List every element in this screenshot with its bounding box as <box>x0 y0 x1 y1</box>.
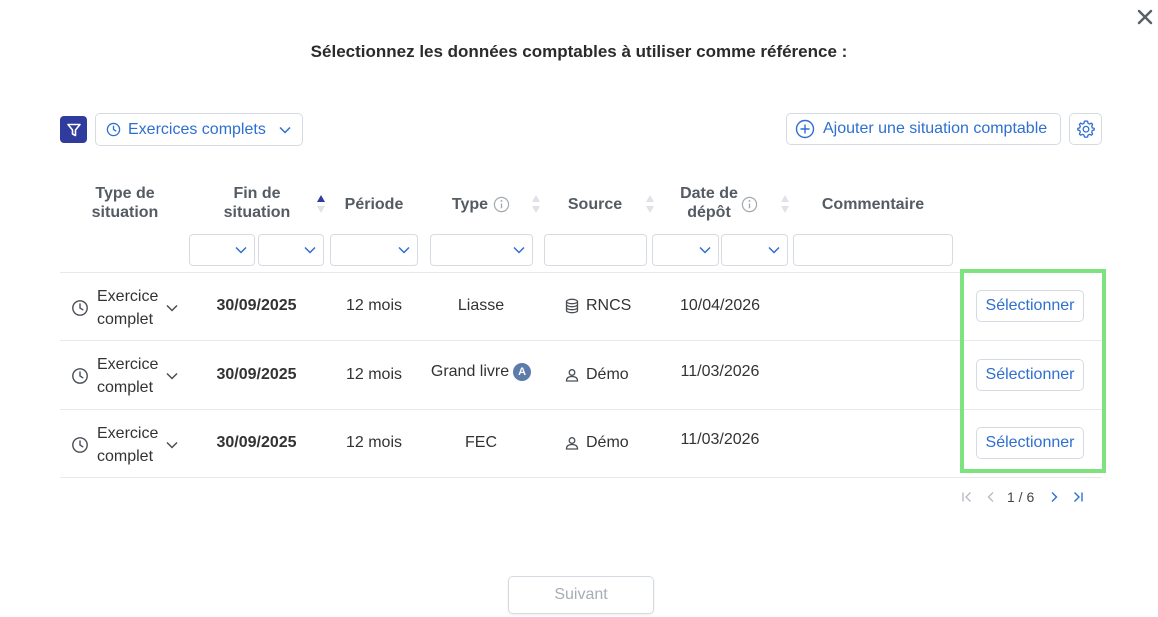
filter-funnel-icon <box>66 123 81 136</box>
filter-button[interactable] <box>60 116 87 143</box>
sort-icon[interactable] <box>780 192 790 216</box>
periode-cell: 12 mois <box>345 297 403 314</box>
filter-periode[interactable] <box>330 234 418 266</box>
select-button[interactable]: Sélectionner <box>976 427 1084 459</box>
clock-icon <box>72 300 88 316</box>
fin-cell: 30/09/2025 <box>216 366 297 383</box>
periode-cell: 12 mois <box>345 434 403 451</box>
auto-badge: A <box>513 363 532 381</box>
situation-cell[interactable]: Exercice complet <box>71 422 179 468</box>
user-icon <box>565 437 579 450</box>
close-icon <box>1137 9 1153 25</box>
user-icon <box>565 369 579 382</box>
settings-button[interactable] <box>1069 113 1102 145</box>
period-select[interactable]: Exercices complets <box>95 113 303 146</box>
filter-commentaire-input[interactable] <box>793 234 953 266</box>
divider <box>60 477 1102 478</box>
plus-circle-icon <box>795 119 815 139</box>
type-cell: FEC <box>465 434 497 451</box>
table-row: Exercice complet 30/09/2025 12 mois FEC D… <box>60 410 1102 478</box>
source-cell: RNCS <box>565 297 631 315</box>
chevron-down-icon <box>304 246 316 254</box>
situation-cell[interactable]: Exercice complet <box>71 353 179 399</box>
chevron-left-icon <box>987 492 994 502</box>
chevron-right-icon <box>1051 492 1058 502</box>
sort-ascending-icon[interactable] <box>316 192 326 216</box>
next-step-button[interactable]: Suivant <box>508 576 654 614</box>
chevron-down-icon <box>279 126 291 134</box>
date-depot-cell: 10/04/2026 <box>679 297 761 314</box>
filter-source-input[interactable] <box>544 234 647 266</box>
table-row: Exercice complet 30/09/2025 12 mois Grand… <box>60 341 1102 409</box>
first-page-button[interactable] <box>955 491 979 503</box>
clock-icon <box>72 437 88 453</box>
header-fin-situation[interactable]: Fin de situation <box>212 184 302 222</box>
gear-icon <box>1076 120 1095 138</box>
filter-fin-from[interactable] <box>189 234 255 266</box>
header-periode: Période <box>344 196 404 213</box>
header-type[interactable]: Type <box>450 195 490 214</box>
chevron-down-icon <box>699 246 711 254</box>
next-page-button[interactable] <box>1042 491 1066 503</box>
chevron-down-icon <box>166 441 178 449</box>
fin-cell: 30/09/2025 <box>216 297 297 314</box>
clock-icon <box>72 368 88 384</box>
chevron-down-icon <box>513 246 525 254</box>
select-button[interactable]: Sélectionner <box>976 290 1084 322</box>
table-row: Exercice complet 30/09/2025 12 mois Liass… <box>60 273 1102 341</box>
filter-fin-to[interactable] <box>258 234 324 266</box>
chevron-down-icon <box>398 246 410 254</box>
period-select-label: Exercices complets <box>128 120 266 138</box>
filter-depot-to[interactable] <box>721 234 788 266</box>
add-situation-label: Ajouter une situation comptable <box>823 120 1048 137</box>
last-page-icon <box>1074 492 1083 502</box>
chevron-down-icon <box>166 304 178 312</box>
date-depot-cell: 11/03/2026 <box>680 431 760 448</box>
date-depot-cell: 11/03/2026 <box>680 363 760 380</box>
chevron-down-icon <box>235 246 247 254</box>
sort-icon[interactable] <box>531 192 541 216</box>
chevron-down-icon <box>768 246 780 254</box>
clock-icon <box>106 122 121 137</box>
close-button[interactable] <box>1134 6 1156 28</box>
database-icon <box>565 298 579 314</box>
situation-cell[interactable]: Exercice complet <box>71 285 179 331</box>
filter-depot-from[interactable] <box>652 234 719 266</box>
source-cell: Démo <box>565 434 629 452</box>
fin-cell: 30/09/2025 <box>216 434 297 451</box>
select-button[interactable]: Sélectionner <box>976 359 1084 391</box>
info-icon[interactable] <box>493 196 510 213</box>
periode-cell: 12 mois <box>345 366 403 383</box>
type-cell: Liasse <box>457 297 505 314</box>
header-source[interactable]: Source <box>560 195 630 214</box>
filter-type[interactable] <box>430 234 533 266</box>
prev-page-button[interactable] <box>979 491 1003 503</box>
chevron-down-icon <box>166 372 178 380</box>
pagination: 1 / 6 <box>955 487 1095 507</box>
page-indicator: 1 / 6 <box>1007 489 1035 505</box>
type-cell: Grand livre A <box>422 363 540 381</box>
source-cell: Démo <box>565 366 629 384</box>
first-page-icon <box>962 492 971 502</box>
add-situation-button[interactable]: Ajouter une situation comptable <box>786 113 1061 145</box>
sort-icon[interactable] <box>645 192 655 216</box>
header-date-depot[interactable]: Date de dépôt <box>672 184 746 222</box>
info-icon[interactable] <box>741 196 758 213</box>
last-page-button[interactable] <box>1066 491 1090 503</box>
header-type-situation: Type de situation <box>91 185 159 221</box>
dialog-title: Sélectionnez les données comptables à ut… <box>310 42 848 61</box>
header-commentaire: Commentaire <box>821 196 925 213</box>
